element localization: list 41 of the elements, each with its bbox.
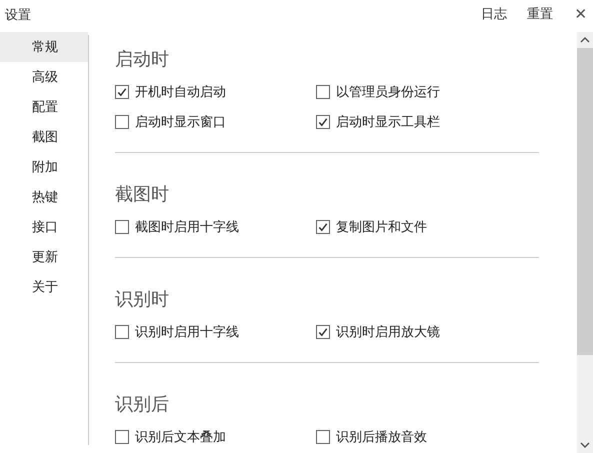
sidebar-item[interactable]: 截图 — [0, 122, 88, 152]
sidebar-item[interactable]: 常规 — [0, 32, 88, 62]
window-title: 设置 — [5, 7, 31, 24]
checkbox-label: 启动时显示工具栏 — [336, 114, 440, 131]
checkbox-label: 以管理员身份运行 — [336, 84, 440, 101]
section-heading: 截图时 — [115, 183, 170, 207]
sidebar-item[interactable]: 配置 — [0, 92, 88, 122]
checkbox[interactable] — [115, 430, 129, 444]
scroll-up-icon[interactable] — [580, 37, 590, 43]
checkbox[interactable] — [316, 115, 330, 129]
scrollbar-thumb[interactable] — [577, 48, 593, 355]
checkbox[interactable] — [316, 325, 330, 339]
section-heading: 识别后 — [115, 393, 170, 417]
header-link[interactable]: 日志 — [481, 5, 507, 23]
sidebar-item[interactable]: 关于 — [0, 272, 88, 302]
checkbox-label: 识别后文本叠加 — [135, 429, 226, 446]
checkbox[interactable] — [316, 430, 330, 444]
sidebar-item[interactable]: 接口 — [0, 212, 88, 242]
checkbox-label: 复制图片和文件 — [336, 219, 427, 236]
checkbox-label: 识别后播放音效 — [336, 429, 427, 446]
header-link[interactable]: 重置 — [527, 5, 553, 23]
section-heading: 识别时 — [115, 288, 170, 312]
checkbox-label: 启动时显示窗口 — [135, 114, 226, 131]
checkbox[interactable] — [115, 85, 129, 99]
checkbox[interactable] — [316, 220, 330, 234]
checkbox[interactable] — [115, 115, 129, 129]
checkbox[interactable] — [115, 325, 129, 339]
checkbox[interactable] — [316, 85, 330, 99]
sidebar-item[interactable]: 附加 — [0, 152, 88, 182]
section-heading: 启动时 — [115, 48, 170, 72]
sidebar-item[interactable]: 高级 — [0, 62, 88, 92]
checkbox-label: 开机时自动启动 — [135, 84, 226, 101]
close-button[interactable]: ✕ — [573, 5, 589, 23]
sidebar-item[interactable]: 更新 — [0, 242, 88, 272]
checkbox[interactable] — [115, 220, 129, 234]
sidebar-item[interactable]: 热键 — [0, 182, 88, 212]
scroll-down-icon[interactable] — [580, 442, 590, 448]
checkbox-label: 识别时启用放大镜 — [336, 324, 440, 341]
scrollbar[interactable] — [577, 32, 593, 453]
checkbox-label: 识别时启用十字线 — [135, 324, 239, 341]
checkbox-label: 截图时启用十字线 — [135, 219, 239, 236]
